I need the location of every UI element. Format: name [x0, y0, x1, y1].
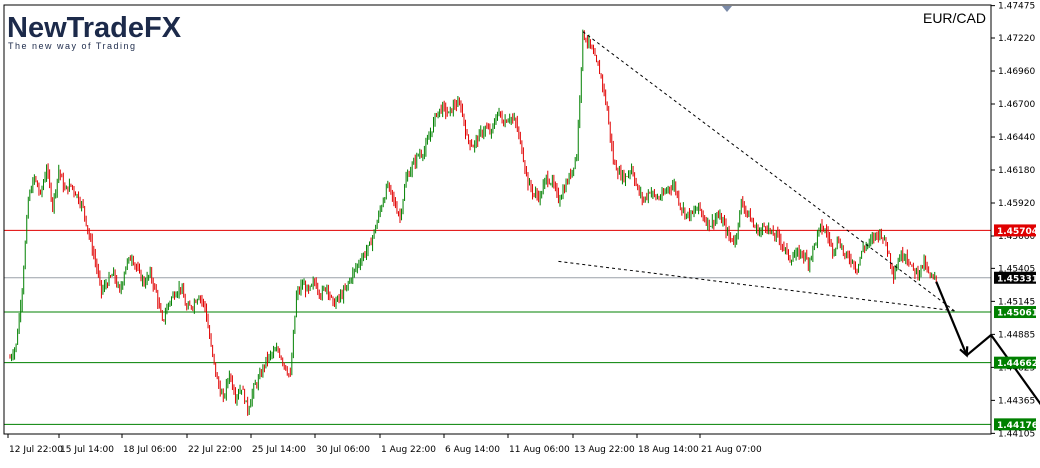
- x-tick-label: 25 Jul 14:00: [252, 445, 306, 455]
- x-tick-label: 1 Aug 22:00: [381, 445, 436, 455]
- symbol-label: EUR/CAD: [923, 10, 986, 26]
- y-tick-label: 1.44105: [998, 429, 1035, 439]
- x-tick-label: 6 Aug 14:00: [445, 445, 500, 455]
- price-chart: 1.47475 1.47220 1.46960 1.46700 1.46440 1.461…: [0, 0, 1040, 463]
- current-price-label: 1.45331: [997, 274, 1038, 284]
- x-tick-label: 15 Jul 14:00: [60, 445, 114, 455]
- y-tick-label: 1.44885: [998, 330, 1035, 340]
- y-tick-label: 1.47220: [998, 34, 1035, 44]
- level-price-label-1: 1.45061: [997, 309, 1038, 319]
- y-tick-label: 1.45145: [998, 297, 1035, 307]
- x-tick-label: 13 Aug 22:00: [574, 445, 635, 455]
- x-tick-label: 12 Jul 22:00: [9, 445, 63, 455]
- x-tick-label: 30 Jul 06:00: [316, 445, 370, 455]
- x-tick-label: 21 Aug 07:00: [701, 445, 762, 455]
- level-price-label-3: 1.44176: [997, 421, 1038, 431]
- logo-text: NewTradeFX: [7, 12, 182, 44]
- y-tick-label: 1.44365: [998, 396, 1035, 406]
- level-price-label-0: 1.45704: [997, 227, 1038, 237]
- x-tick-label: 18 Aug 14:00: [638, 445, 699, 455]
- chart-container: 1.47475 1.47220 1.46960 1.46700 1.46440 1.461…: [0, 0, 1040, 463]
- y-tick-label: 1.46440: [998, 133, 1035, 143]
- y-tick-label: 1.46960: [998, 67, 1035, 77]
- x-tick-label: 18 Jul 06:00: [123, 445, 177, 455]
- y-tick-label: 1.46180: [998, 166, 1035, 176]
- y-tick-label: 1.45920: [998, 199, 1035, 209]
- level-price-label-2: 1.44662: [997, 359, 1038, 369]
- chart-background: [0, 0, 1040, 463]
- x-tick-label: 22 Jul 22:00: [188, 445, 242, 455]
- y-tick-label: 1.47475: [998, 2, 1035, 12]
- logo-tagline: The new way of Trading: [8, 41, 137, 51]
- x-tick-label: 11 Aug 06:00: [509, 445, 570, 455]
- y-tick-label: 1.46700: [998, 100, 1035, 110]
